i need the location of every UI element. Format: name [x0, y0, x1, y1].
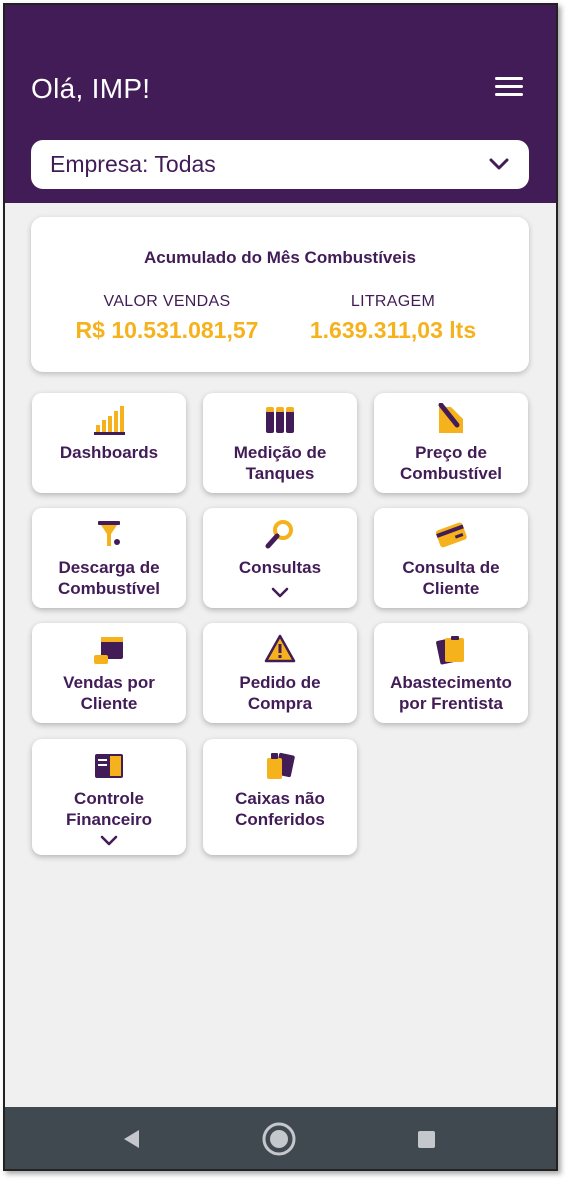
sales-stat: VALOR VENDAS R$ 10.531.081,57	[67, 293, 267, 344]
hamburger-menu-icon-bar	[495, 93, 523, 96]
clipboard-icon	[436, 636, 464, 665]
tile-label: Abastecimento por Frentista	[390, 673, 512, 713]
tile-financial-control[interactable]: Controle Financeiro	[32, 739, 186, 855]
magnifier-icon	[265, 520, 293, 549]
volume-stat: LITRAGEM 1.639.311,03 lts	[293, 293, 493, 344]
menu-button[interactable]	[495, 77, 525, 101]
calendar-coins-icon	[94, 637, 123, 664]
ledger-book-icon	[95, 754, 123, 778]
cash-bag-icon	[267, 752, 295, 779]
bar-chart-icon	[94, 406, 125, 435]
warning-icon	[264, 634, 296, 663]
tanks-icon	[266, 407, 294, 433]
price-tag-icon	[438, 403, 463, 433]
tile-dashboards[interactable]: Dashboards	[32, 393, 186, 493]
home-circle-icon[interactable]	[262, 1122, 296, 1156]
tile-fuel-price[interactable]: Preço de Combustível	[374, 393, 528, 493]
system-navigation-bar	[5, 1107, 556, 1169]
greeting-title: Olá, IMP!	[31, 73, 151, 104]
app-screen: Olá, IMP! Empresa: Todas Acumulado do Mê…	[3, 3, 558, 1171]
summary-title: Acumulado do Mês Combustíveis	[143, 248, 417, 267]
tile-attendant-refuel[interactable]: Abastecimento por Frentista	[374, 623, 528, 723]
funnel-icon	[98, 521, 120, 546]
company-select[interactable]: Empresa: Todas	[31, 140, 529, 189]
tile-client-query[interactable]: Consulta de Cliente	[374, 508, 528, 608]
tile-label: Vendas por Cliente	[63, 673, 155, 713]
volume-label: LITRAGEM	[350, 293, 436, 310]
tile-unchecked-cash[interactable]: Caixas não Conferidos	[203, 739, 357, 855]
hamburger-menu-icon	[495, 77, 523, 80]
company-select-label: Empresa: Todas	[50, 151, 216, 177]
sales-value: R$ 10.531.081,57	[75, 317, 259, 343]
tile-label: Preço de Combustível	[399, 443, 503, 483]
tile-queries[interactable]: Consultas	[203, 508, 357, 608]
back-triangle-icon[interactable]	[115, 1122, 149, 1156]
chevron-down-icon	[100, 835, 118, 846]
tile-tank-measurement[interactable]: Medição de Tanques	[203, 393, 357, 493]
tile-label: Medição de Tanques	[233, 443, 327, 483]
tile-label: Dashboards	[59, 443, 159, 462]
chevron-down-icon	[489, 158, 509, 170]
hamburger-menu-icon-bar	[495, 85, 523, 88]
app-header: Olá, IMP! Empresa: Todas	[5, 5, 556, 203]
tile-label: Controle Financeiro	[66, 789, 152, 829]
tile-fuel-unloading[interactable]: Descarga de Combustível	[32, 508, 186, 608]
tile-label: Caixas não Conferidos	[235, 789, 325, 829]
volume-value: 1.639.311,03 lts	[309, 317, 477, 343]
tile-label: Descarga de Combustível	[57, 558, 161, 598]
tile-label: Consulta de Cliente	[402, 558, 500, 598]
tile-sales-by-client[interactable]: Vendas por Cliente	[32, 623, 186, 723]
chevron-down-icon	[271, 587, 289, 598]
monthly-summary-card: Acumulado do Mês Combustíveis VALOR VEND…	[31, 217, 529, 372]
tile-label: Consultas	[238, 558, 322, 577]
credit-card-icon	[435, 522, 467, 548]
tile-purchase-order[interactable]: Pedido de Compra	[203, 623, 357, 723]
recents-square-icon[interactable]	[409, 1122, 443, 1156]
tile-label: Pedido de Compra	[239, 673, 321, 713]
sales-label: VALOR VENDAS	[103, 293, 231, 310]
